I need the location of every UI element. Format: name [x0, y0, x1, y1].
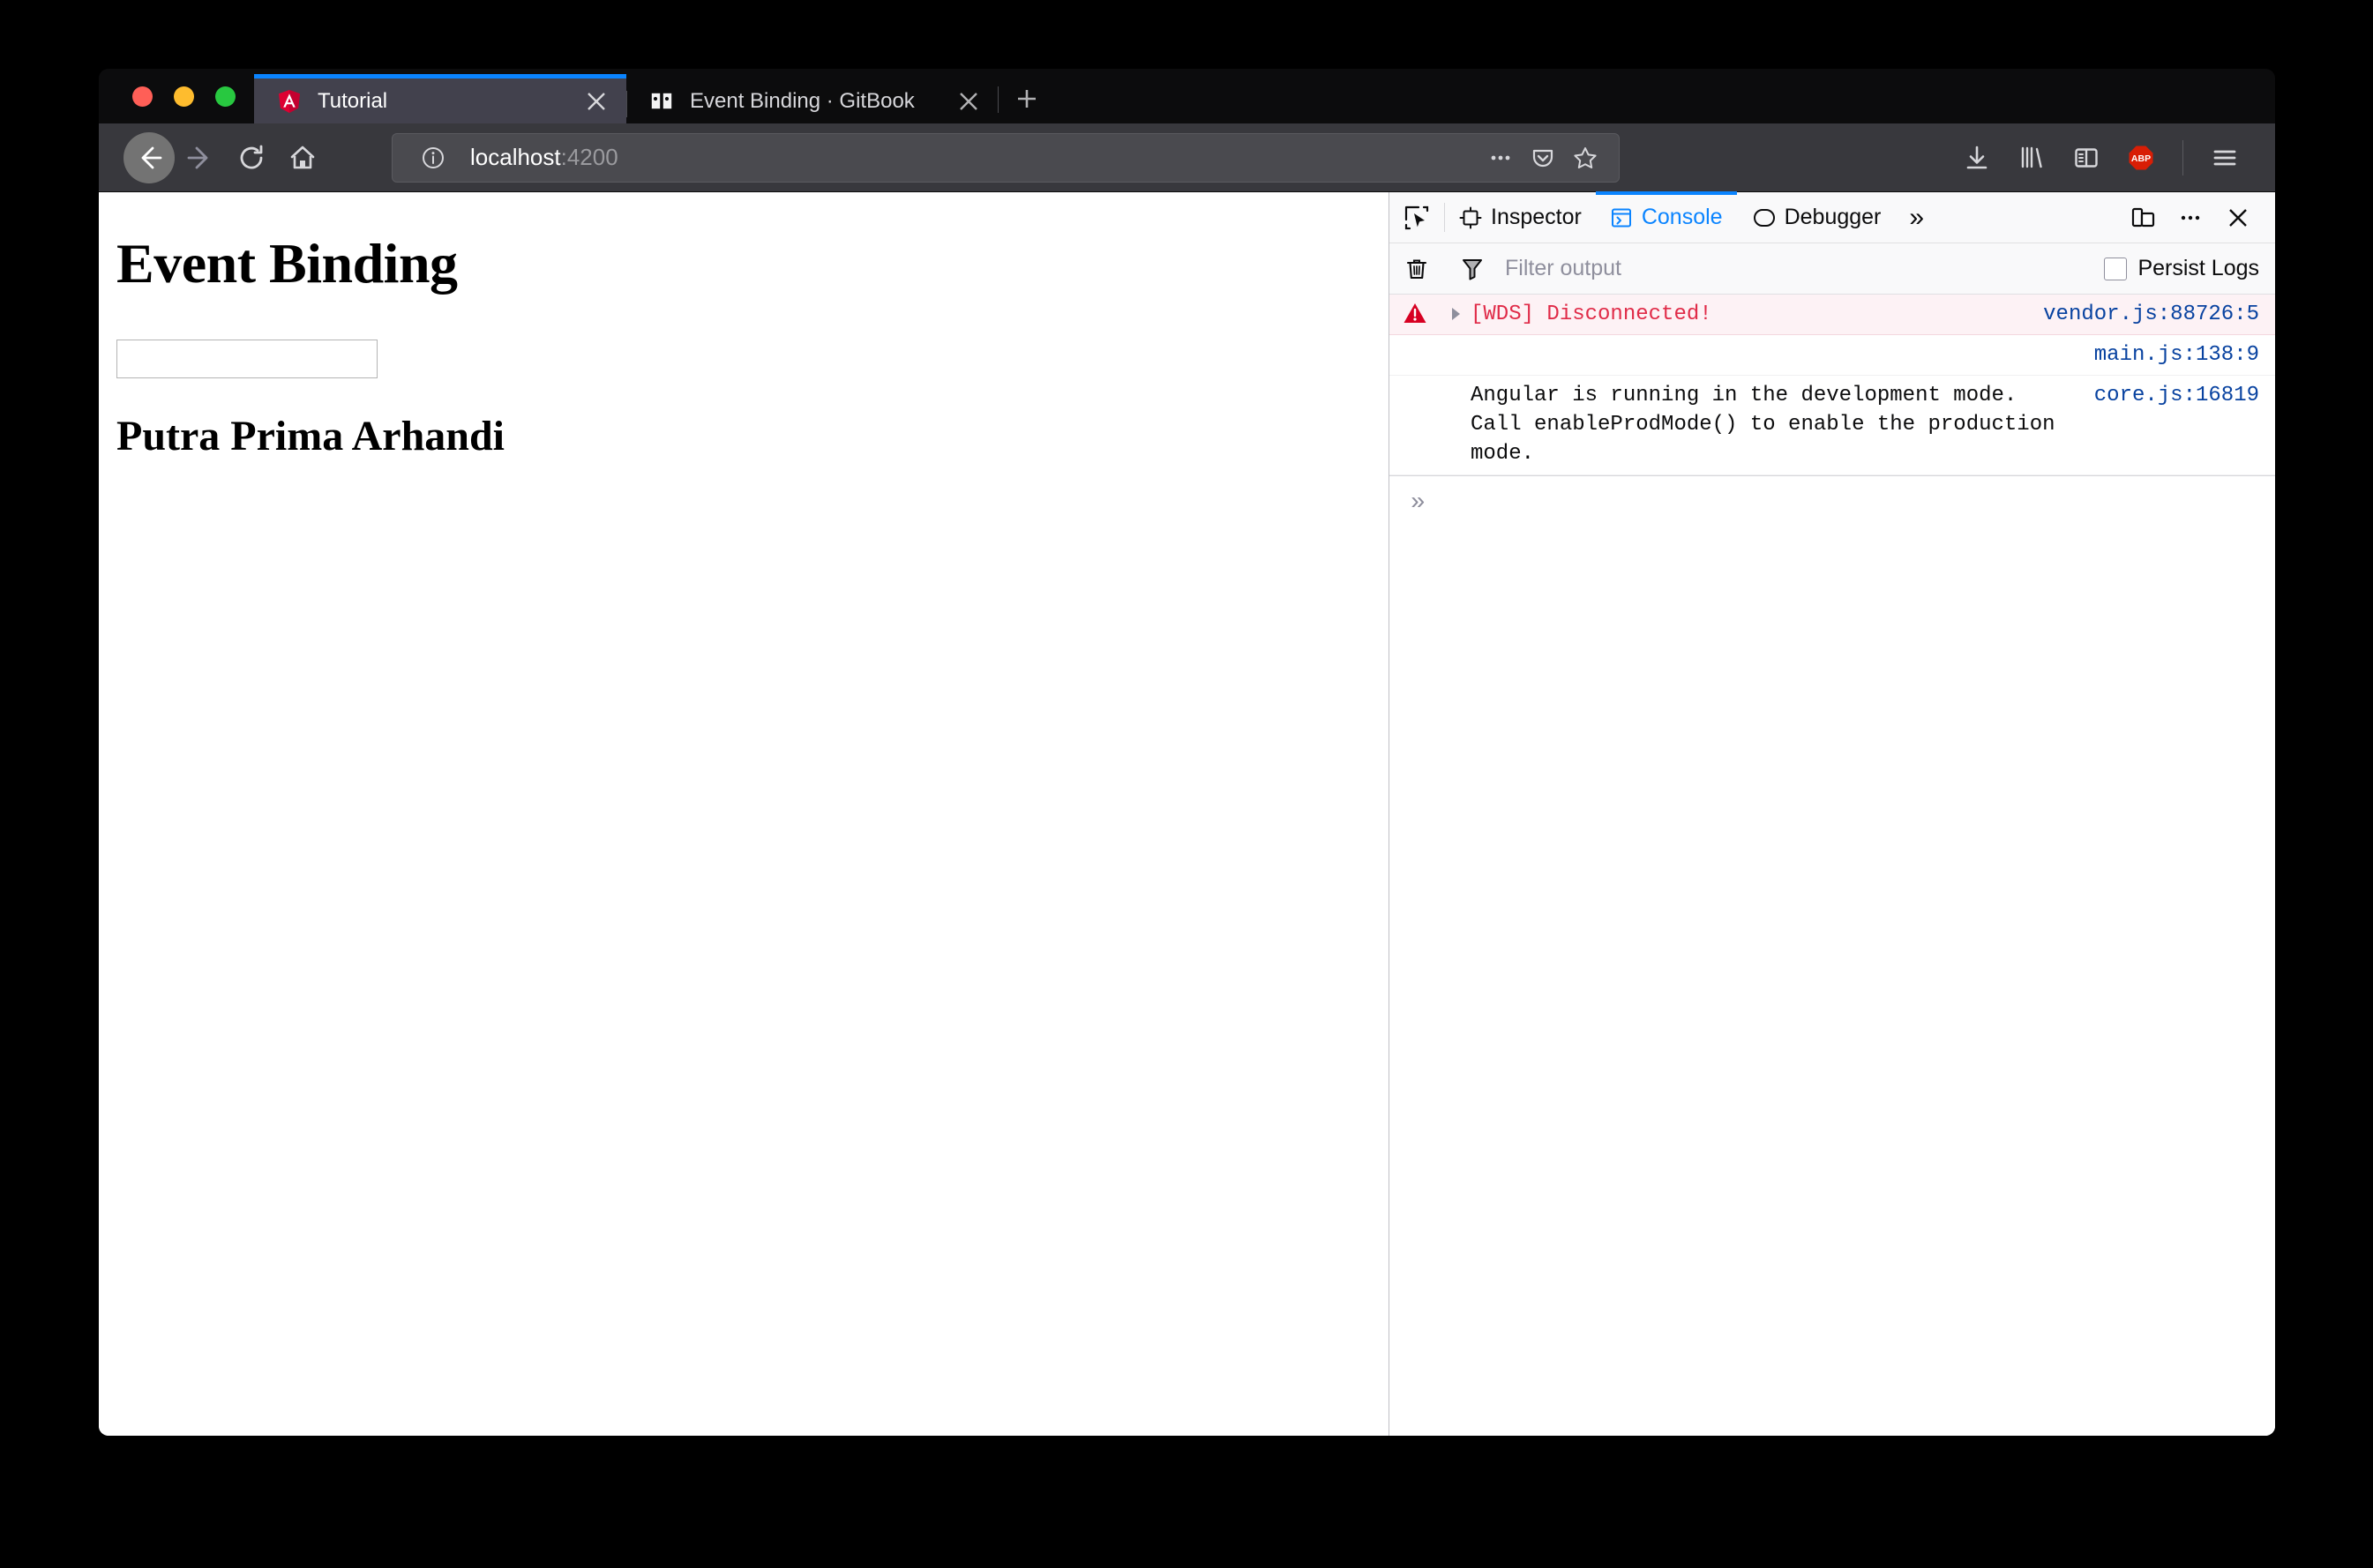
tab-label: Console — [1641, 205, 1723, 229]
toolbar-divider — [2182, 139, 2183, 175]
navigation-toolbar: localhost:4200 ABP — [99, 123, 2275, 192]
browser-tab-tutorial[interactable]: Tutorial — [254, 74, 626, 123]
forward-arrow-icon[interactable] — [175, 132, 226, 183]
console-message-error[interactable]: [WDS] Disconnected! vendor.js:88726:5 — [1389, 295, 2275, 336]
console-message-list: [WDS] Disconnected! vendor.js:88726:5 ma… — [1389, 295, 2275, 1436]
window-controls — [99, 69, 254, 123]
browser-tab-title: Tutorial — [318, 88, 388, 113]
expand-arrow-placeholder — [1441, 381, 1471, 386]
hamburger-menu-icon[interactable] — [2199, 132, 2250, 183]
star-icon[interactable] — [1564, 137, 1606, 179]
persist-logs-checkbox[interactable] — [2104, 257, 2128, 280]
page-viewport: Event Binding Putra Prima Arhandi — [99, 192, 1389, 1436]
devtools-panel: Inspector Console Debugger » Filter outp… — [1389, 191, 2275, 1436]
devtools-meatball-menu-icon[interactable] — [2169, 197, 2212, 239]
tab-close-icon[interactable] — [573, 78, 619, 124]
window-maximize-button[interactable] — [215, 86, 236, 107]
persist-logs-label: Persist Logs — [2137, 256, 2259, 280]
console-message-source-link[interactable]: main.js:138:9 — [2094, 340, 2259, 370]
site-info-icon[interactable] — [412, 137, 454, 179]
tab-strip: Tutorial Event Binding · GitBook — [99, 69, 2275, 123]
toolbar-extensions: ABP — [1951, 132, 2250, 183]
devtools-close-icon[interactable] — [2217, 197, 2259, 239]
pocket-icon[interactable] — [1522, 137, 1564, 179]
url-bar[interactable]: localhost:4200 — [392, 132, 1620, 183]
angular-icon — [277, 89, 302, 114]
prompt-chevron-icon: » — [1411, 489, 1426, 517]
content-row: Event Binding Putra Prima Arhandi Inspec… — [99, 191, 2275, 1436]
error-triangle-icon — [1389, 300, 1441, 325]
trash-icon[interactable] — [1389, 257, 1444, 281]
browser-tab-event-binding-gitbook[interactable]: Event Binding · GitBook — [626, 74, 999, 123]
tab-console[interactable]: Console — [1595, 191, 1737, 243]
library-icon[interactable] — [2006, 132, 2057, 183]
debugger-icon — [1753, 208, 1775, 227]
console-message-source-link[interactable]: vendor.js:88726:5 — [2043, 300, 2259, 329]
console-message-source-link[interactable]: core.js:16819 — [2094, 381, 2259, 410]
name-input[interactable] — [116, 340, 378, 378]
console-filter-toolbar: Persist Logs — [1389, 243, 2275, 295]
element-picker-icon[interactable] — [1389, 192, 1444, 243]
svg-text:ABP: ABP — [2131, 153, 2151, 164]
new-tab-button[interactable] — [998, 74, 1055, 123]
page-actions-icon[interactable] — [1479, 137, 1522, 179]
console-message-log[interactable]: Angular is running in the development mo… — [1389, 376, 2275, 475]
browser-tab-title: Event Binding · GitBook — [690, 88, 915, 113]
tab-close-icon[interactable] — [946, 78, 992, 124]
sidebar-icon[interactable] — [2061, 132, 2112, 183]
console-icon — [1611, 208, 1631, 227]
download-icon[interactable] — [1951, 132, 2002, 183]
devtools-toolbar: Inspector Console Debugger » — [1389, 191, 2275, 243]
tab-debugger[interactable]: Debugger — [1737, 192, 1896, 243]
console-message-text: Angular is running in the development mo… — [1471, 384, 2068, 467]
adblock-plus-icon[interactable]: ABP — [2115, 132, 2167, 183]
page-title: Event Binding — [116, 232, 458, 295]
console-input-prompt[interactable]: » — [1389, 474, 2275, 530]
devtools-toolbar-right — [2122, 192, 2275, 243]
window-close-button[interactable] — [132, 86, 153, 107]
message-icon-placeholder — [1389, 381, 1441, 383]
filter-output-input[interactable] — [1500, 256, 2105, 281]
console-empty-area — [1389, 529, 2275, 1436]
url-host: localhost — [470, 144, 561, 170]
message-icon-placeholder — [1389, 340, 1441, 342]
window-minimize-button[interactable] — [174, 86, 194, 107]
tab-label: Inspector — [1491, 205, 1582, 229]
expand-arrow-placeholder — [1441, 340, 1471, 346]
console-message-text: [WDS] Disconnected! — [1471, 302, 1712, 326]
expand-arrow-icon[interactable] — [1441, 300, 1471, 323]
gitbook-icon — [649, 89, 674, 114]
responsive-design-mode-icon[interactable] — [2122, 197, 2164, 239]
funnel-icon[interactable] — [1445, 257, 1500, 281]
more-tabs-chevron-icon[interactable]: » — [1895, 192, 1938, 243]
persist-logs-toggle[interactable]: Persist Logs — [2104, 256, 2259, 281]
tab-inspector[interactable]: Inspector — [1445, 192, 1596, 243]
page-subtitle: Putra Prima Arhandi — [116, 413, 505, 459]
reload-icon[interactable] — [226, 132, 277, 183]
url-port: :4200 — [560, 144, 618, 170]
console-message-log[interactable]: main.js:138:9 — [1389, 335, 2275, 377]
browser-window: Tutorial Event Binding · GitBook localho… — [99, 69, 2275, 1436]
back-arrow-icon[interactable] — [124, 131, 175, 183]
tab-label: Debugger — [1784, 205, 1882, 229]
inspector-icon — [1459, 206, 1482, 228]
home-icon[interactable] — [277, 132, 328, 183]
url-input[interactable]: localhost:4200 — [470, 144, 1479, 171]
